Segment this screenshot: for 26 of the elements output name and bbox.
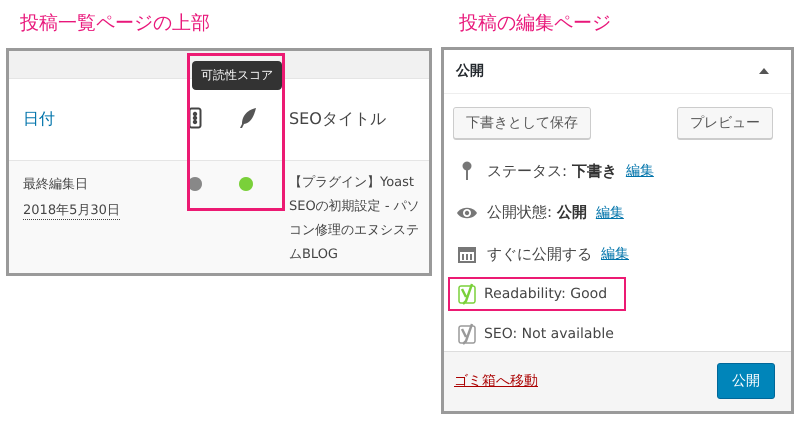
- edit-link[interactable]: 編集: [596, 204, 624, 222]
- collapse-arrow-icon[interactable]: [759, 68, 769, 74]
- setting-text: ステータス: 下書き: [487, 162, 617, 181]
- score-text: Readability: Good: [484, 286, 608, 302]
- score-text: SEO: Not available: [484, 326, 614, 342]
- preview-button[interactable]: プレビュー: [677, 106, 773, 139]
- calendar-icon: [456, 245, 478, 264]
- traffic-light-icon: [188, 106, 202, 128]
- tooltip: 可読性スコア: [192, 61, 282, 90]
- eye-icon: [456, 206, 478, 220]
- edit-link[interactable]: 編集: [601, 245, 629, 264]
- section-caption: 投稿の編集ページ: [459, 11, 612, 36]
- setting-text: 公開状態: 公開: [487, 203, 587, 222]
- date-text: 2018年5月30日: [23, 201, 120, 220]
- publish-button[interactable]: 公開: [717, 363, 775, 400]
- section-caption: 投稿一覧ページの上部: [20, 11, 211, 36]
- seo-title-text: 【プラグイン】Yoast SEOの初期設定 - パソコン修理のエヌシステムBLOG: [289, 174, 421, 264]
- column-header: SEOタイトル: [289, 109, 386, 128]
- setting-text: すぐに公開する: [487, 244, 592, 264]
- panel-title: 公開: [456, 62, 484, 80]
- column-header[interactable]: 日付: [23, 109, 55, 128]
- trash-link[interactable]: ゴミ箱へ移動: [454, 372, 538, 390]
- date-label: 最終編集日: [23, 176, 89, 193]
- save-draft-button[interactable]: 下書きとして保存: [453, 106, 591, 139]
- edit-link[interactable]: 編集: [626, 162, 654, 180]
- feather-icon: [239, 106, 257, 128]
